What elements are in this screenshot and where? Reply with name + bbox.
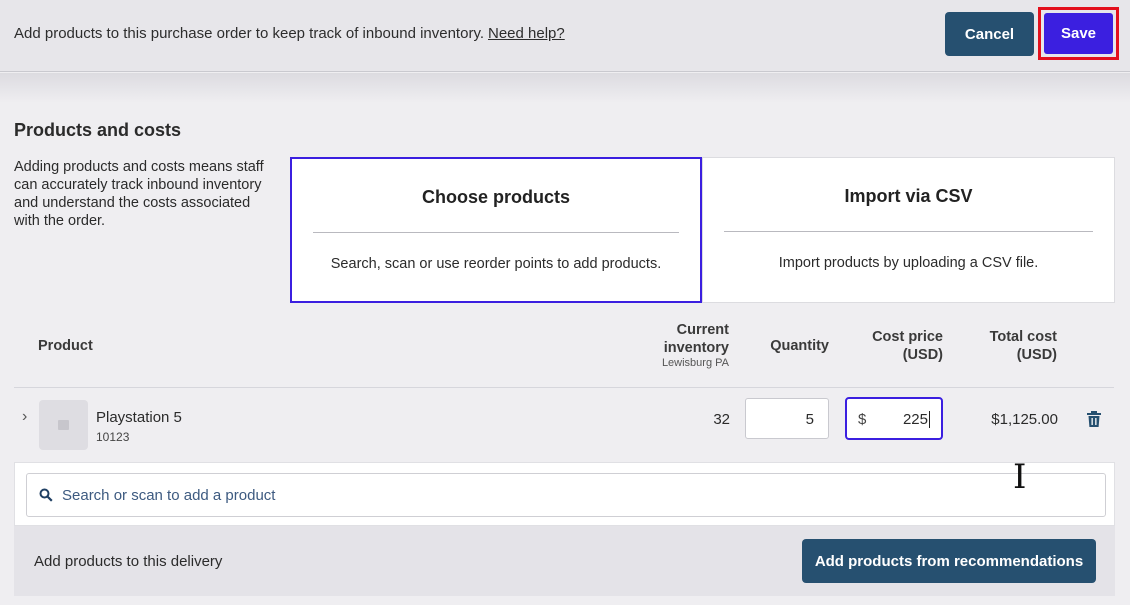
card-divider [724, 231, 1093, 232]
product-name: Playstation 5 [96, 409, 182, 426]
header-inventory-label: Current inventory [663, 322, 729, 356]
header-total-line2: (USD) [1016, 347, 1057, 363]
top-bar: Add products to this purchase order to k… [0, 0, 1130, 72]
search-input[interactable]: Search or scan to add a product [26, 473, 1106, 517]
quantity-value: 5 [805, 411, 814, 428]
need-help-link[interactable]: Need help? [488, 25, 565, 42]
product-sku: 10123 [96, 430, 130, 444]
currency-symbol: $ [858, 411, 867, 428]
save-button[interactable]: Save [1044, 13, 1113, 54]
header-message: Add products to this purchase order to k… [14, 25, 565, 42]
import-csv-title: Import via CSV [844, 186, 973, 206]
save-button-highlight: Save [1038, 7, 1119, 60]
header-cost-price: Cost price (USD) [853, 328, 943, 364]
choose-products-subtitle: Search, scan or use reorder points to ad… [330, 256, 662, 272]
current-inventory: 32 [713, 411, 730, 428]
footer-message: Add products to this delivery [34, 553, 223, 570]
cost-price-input[interactable]: $ 225 [845, 397, 943, 440]
header-total-line1: Total cost [989, 329, 1057, 345]
search-placeholder: Search or scan to add a product [62, 487, 276, 504]
header-shadow [0, 73, 1130, 103]
header-cost-line2: (USD) [902, 347, 943, 363]
section-description: Adding products and costs means staff ca… [14, 159, 264, 229]
add-from-recommendations-button[interactable]: Add products from recommendations [802, 539, 1096, 583]
card-divider [313, 232, 679, 233]
header-inventory-location: Lewisburg PA [661, 357, 729, 369]
chevron-right-icon[interactable]: › [22, 408, 27, 426]
header-total-cost: Total cost (USD) [967, 328, 1057, 364]
text-cursor-icon: I [1013, 457, 1027, 497]
cancel-button[interactable]: Cancel [945, 12, 1034, 56]
header-quantity: Quantity [770, 338, 829, 354]
search-area: Search or scan to add a product [14, 462, 1115, 526]
header-message-text: Add products to this purchase order to k… [14, 25, 484, 42]
header-cost-line1: Cost price [872, 329, 943, 345]
header-inventory: Current inventory Lewisburg PA [628, 321, 729, 370]
trash-icon[interactable] [1087, 411, 1101, 427]
header-product: Product [38, 338, 93, 354]
total-cost: $1,125.00 [991, 411, 1058, 428]
quantity-input[interactable]: 5 [745, 398, 829, 439]
choose-products-title: Choose products [421, 187, 570, 207]
cost-price-value: 225 [902, 411, 930, 428]
table-divider [14, 387, 1114, 388]
import-csv-card[interactable]: Import via CSV Import products by upload… [702, 157, 1115, 303]
choose-products-card[interactable]: Choose products Search, scan or use reor… [290, 157, 702, 303]
product-placeholder-icon [39, 400, 88, 450]
section-title: Products and costs [14, 120, 182, 140]
import-csv-subtitle: Import products by uploading a CSV file. [778, 255, 1039, 271]
search-icon [39, 488, 53, 502]
footer-bar: Add products to this delivery Add produc… [14, 526, 1115, 596]
